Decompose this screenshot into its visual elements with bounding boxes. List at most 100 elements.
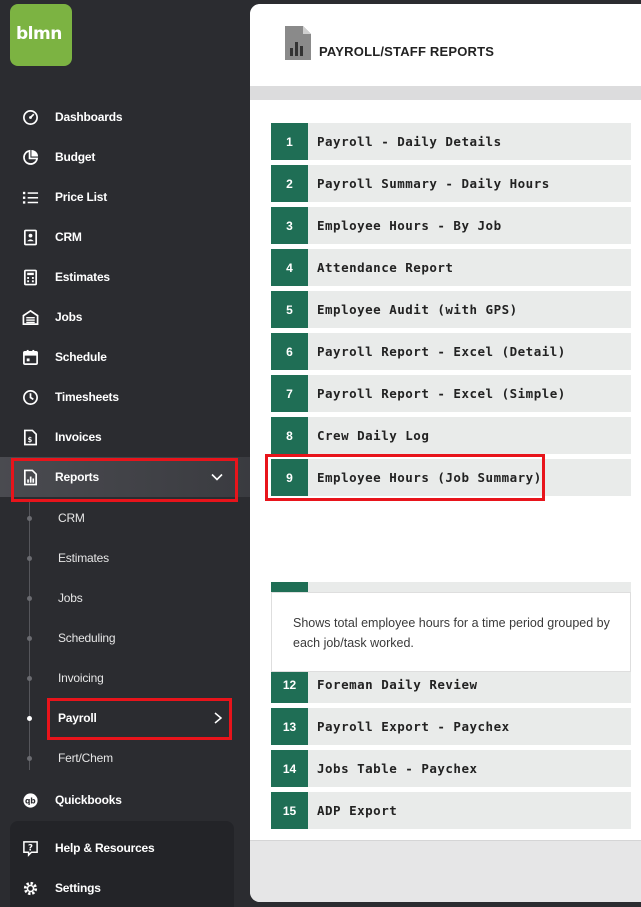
submenu-dot xyxy=(27,516,32,521)
footer-bar xyxy=(250,840,641,902)
sidebar-item-quickbooks[interactable]: qb Quickbooks xyxy=(0,780,250,820)
sidebar-item-reports[interactable]: Reports xyxy=(0,457,250,497)
report-description: Shows total employee hours for a time pe… xyxy=(271,592,631,672)
report-number-badge: 15 xyxy=(271,792,308,829)
sidebar-item-help[interactable]: ? Help & Resources xyxy=(0,828,250,868)
submenu-dot xyxy=(27,756,32,761)
sidebar-item-crm[interactable]: CRM xyxy=(0,217,250,257)
report-row[interactable]: 1 Payroll - Daily Details xyxy=(271,123,631,160)
contact-card-icon xyxy=(23,229,38,246)
report-number-badge: 13 xyxy=(271,708,308,745)
svg-text:qb: qb xyxy=(25,797,36,806)
sidebar-item-label: Timesheets xyxy=(55,390,119,404)
calendar-icon xyxy=(23,349,38,365)
chevron-right-icon xyxy=(214,712,223,724)
submenu-dot xyxy=(27,716,32,721)
gear-icon xyxy=(23,881,38,896)
sidebar-item-estimates[interactable]: Estimates xyxy=(0,257,250,297)
sidebar-item-invoices[interactable]: $ Invoices xyxy=(0,417,250,457)
logo-text: blmn xyxy=(16,24,62,44)
report-row[interactable]: 9 Employee Hours (Job Summary) xyxy=(271,459,631,496)
sidebar-item-label: Estimates xyxy=(55,270,110,284)
submenu-item-estimates[interactable]: Estimates xyxy=(0,538,250,578)
report-number-badge: 5 xyxy=(271,291,308,328)
garage-icon xyxy=(22,309,39,325)
report-number-badge: 1 xyxy=(271,123,308,160)
submenu-dot xyxy=(27,676,32,681)
logo[interactable]: blmn xyxy=(10,4,72,66)
reports-list: 1 Payroll - Daily Details 2 Payroll Summary… xyxy=(250,100,641,840)
sidebar-item-price-list[interactable]: Price List xyxy=(0,177,250,217)
sidebar-item-label: Settings xyxy=(55,881,101,895)
report-label: Attendance Report xyxy=(317,260,454,275)
quickbooks-icon: qb xyxy=(23,793,38,808)
sidebar-item-label: Budget xyxy=(55,150,96,164)
report-label: ADP Export xyxy=(317,803,398,818)
header-divider xyxy=(250,86,641,100)
report-row[interactable]: 6 Payroll Report - Excel (Detail) xyxy=(271,333,631,370)
report-row[interactable]: 3 Employee Hours - By Job xyxy=(271,207,631,244)
report-row[interactable]: 8 Crew Daily Log xyxy=(271,417,631,454)
report-icon xyxy=(23,469,38,486)
svg-text:?: ? xyxy=(28,843,33,853)
submenu-item-payroll[interactable]: Payroll xyxy=(0,698,250,738)
report-number-badge: 7 xyxy=(271,375,308,412)
submenu-label: Jobs xyxy=(58,591,83,605)
sidebar-item-label: Help & Resources xyxy=(55,841,155,855)
submenu-item-scheduling[interactable]: Scheduling xyxy=(0,618,250,658)
report-row[interactable]: 14 Jobs Table - Paychex xyxy=(271,750,631,787)
submenu-label: Invoicing xyxy=(58,671,104,685)
submenu-item-crm[interactable]: CRM xyxy=(0,498,250,538)
page-header: PAYROLL/STAFF REPORTS xyxy=(250,4,641,86)
calculator-icon xyxy=(23,269,38,286)
submenu-label: Estimates xyxy=(58,551,109,565)
sidebar-item-label: Price List xyxy=(55,190,108,204)
sidebar-item-label: CRM xyxy=(55,230,82,244)
submenu-item-invoicing[interactable]: Invoicing xyxy=(0,658,250,698)
report-row[interactable]: 13 Payroll Export - Paychex xyxy=(271,708,631,745)
clock-icon xyxy=(23,390,38,405)
submenu-label: Fert/Chem xyxy=(58,751,113,765)
report-row[interactable]: 7 Payroll Report - Excel (Simple) xyxy=(271,375,631,412)
report-label: Jobs Table - Paychex xyxy=(317,761,478,776)
pie-chart-icon xyxy=(23,149,39,165)
invoice-icon: $ xyxy=(23,429,38,446)
report-label: Employee Hours (Job Summary) xyxy=(317,470,542,485)
report-label: Foreman Daily Review xyxy=(317,677,478,692)
report-label: Payroll - Daily Details xyxy=(317,134,502,149)
report-label: Payroll Summary - Daily Hours xyxy=(317,176,550,191)
report-label: Payroll Report - Excel (Simple) xyxy=(317,386,566,401)
main-panel: PAYROLL/STAFF REPORTS 1 Payroll - Daily D… xyxy=(250,4,641,902)
sidebar-item-settings[interactable]: Settings xyxy=(0,868,250,907)
help-icon: ? xyxy=(23,841,38,857)
report-row[interactable]: 2 Payroll Summary - Daily Hours xyxy=(271,165,631,202)
report-document-icon xyxy=(285,26,311,60)
report-number-badge: 9 xyxy=(271,459,308,496)
sidebar-item-label: Reports xyxy=(55,470,99,484)
list-icon xyxy=(22,191,39,204)
report-label: Payroll Report - Excel (Detail) xyxy=(317,344,566,359)
report-row[interactable]: 15 ADP Export xyxy=(271,792,631,829)
sidebar-item-label: Jobs xyxy=(55,310,83,324)
submenu-label: Scheduling xyxy=(58,631,116,645)
report-row[interactable]: 4 Attendance Report xyxy=(271,249,631,286)
sidebar-item-label: Quickbooks xyxy=(55,793,122,807)
report-number-badge: 2 xyxy=(271,165,308,202)
sidebar-item-dashboards[interactable]: Dashboards xyxy=(0,97,250,137)
sidebar-item-jobs[interactable]: Jobs xyxy=(0,297,250,337)
chevron-down-icon[interactable] xyxy=(210,470,224,484)
sidebar-item-timesheets[interactable]: Timesheets xyxy=(0,377,250,417)
sidebar-item-budget[interactable]: Budget xyxy=(0,137,250,177)
report-label: Crew Daily Log xyxy=(317,428,430,443)
sidebar-item-schedule[interactable]: Schedule xyxy=(0,337,250,377)
report-number-badge: 4 xyxy=(271,249,308,286)
report-label: Employee Hours - By Job xyxy=(317,218,502,233)
page-title: PAYROLL/STAFF REPORTS xyxy=(319,44,495,59)
sidebar-item-label: Dashboards xyxy=(55,110,123,124)
report-row[interactable]: 5 Employee Audit (with GPS) xyxy=(271,291,631,328)
submenu-dot xyxy=(27,636,32,641)
submenu-item-fert-chem[interactable]: Fert/Chem xyxy=(0,738,250,778)
report-number-badge: 8 xyxy=(271,417,308,454)
sidebar-item-label: Invoices xyxy=(55,430,102,444)
submenu-item-jobs[interactable]: Jobs xyxy=(0,578,250,618)
